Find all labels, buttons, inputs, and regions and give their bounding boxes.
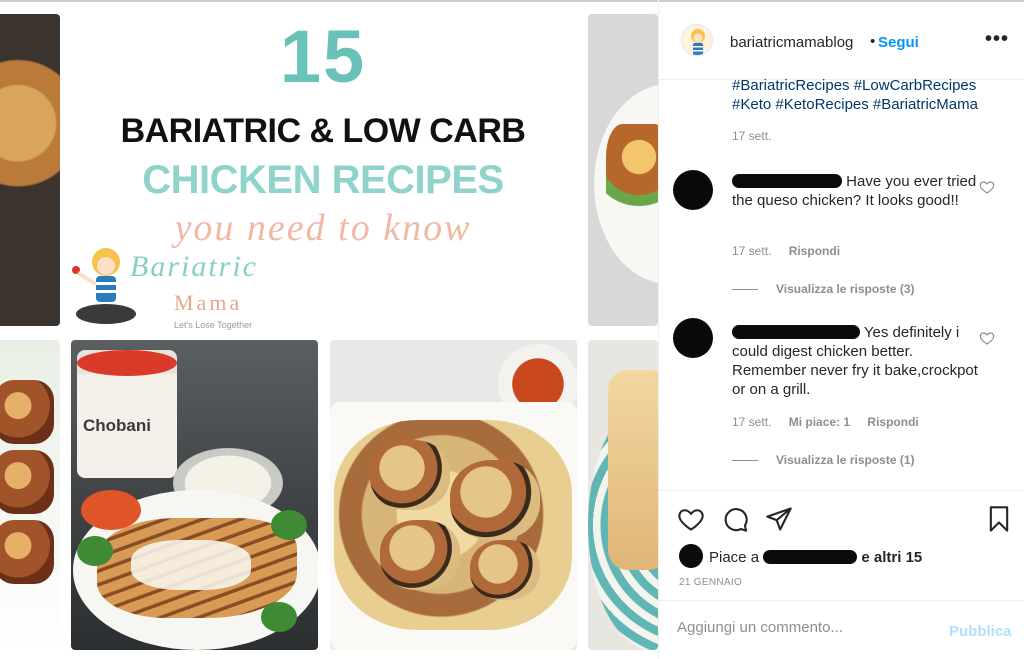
logo-word-mama: Mama (174, 290, 243, 315)
chicken-piece (370, 440, 450, 510)
caption-hashtags: #BariatricRecipes #LowCarbRecipes #Keto … (732, 76, 1012, 114)
commenter-avatar[interactable] (673, 318, 713, 358)
avatar[interactable] (681, 24, 713, 56)
comment-date[interactable]: 17 sett. (732, 244, 771, 258)
small-heart-icon[interactable] (979, 179, 995, 195)
small-heart-icon[interactable] (979, 330, 995, 346)
chicken-piece (608, 370, 658, 570)
comment-body: Have you ever tried the queso chicken? I… (732, 172, 982, 210)
redacted-username[interactable] (732, 174, 842, 188)
avatar-figure-icon (691, 29, 705, 55)
kebab-piece (0, 380, 54, 444)
logo-word-bariatric: Bariatric (130, 250, 258, 283)
likes-suffix[interactable]: e altri 15 (861, 549, 922, 566)
header-separator: • (870, 33, 876, 50)
redacted-liker-name[interactable] (763, 550, 858, 564)
sauce-drizzle (131, 540, 251, 590)
yogurt-tub: Chobani (77, 350, 177, 478)
yogurt-brand-label: Chobani (83, 416, 151, 435)
commenter-avatar[interactable] (673, 170, 713, 210)
bookmark-icon[interactable] (985, 505, 1013, 533)
kebab-piece (0, 520, 54, 584)
banner-number: 15 (279, 15, 367, 98)
recipe-thumbnail-chicken-on-patterned-plate (588, 340, 658, 650)
cheese-shape (334, 420, 572, 630)
chicken-piece (470, 540, 540, 600)
comment-date[interactable]: 17 sett. (732, 415, 771, 429)
greens-shape (77, 536, 113, 566)
greens-shape (261, 602, 297, 632)
food-shape (606, 124, 658, 234)
comment-composer: Pubblica (659, 600, 1024, 659)
replies-divider (732, 460, 758, 462)
reply-button[interactable]: Rispondi (789, 244, 840, 258)
reply-button[interactable]: Rispondi (867, 415, 918, 429)
comment-meta: 17 sett. Rispondi (732, 244, 854, 258)
follow-button[interactable]: Segui (878, 34, 919, 51)
username-link[interactable]: bariatricmamablog (730, 34, 853, 51)
kebab-piece (0, 450, 54, 514)
banner-line-1: BARIATRIC & LOW CARB (120, 112, 526, 150)
likes-summary[interactable]: Piace a e altri 15 (679, 544, 922, 568)
caption-date[interactable]: 17 sett. (732, 129, 771, 143)
recipe-thumbnail-plated-chicken (588, 14, 658, 326)
yogurt-lid (77, 350, 177, 376)
liker-avatar (679, 544, 703, 568)
ellipsis-icon: ••• (985, 28, 1010, 50)
recipe-thumbnail-queso-chicken (330, 340, 577, 650)
recipe-thumbnail-yogurt-chicken: Chobani (71, 340, 318, 650)
likes-prefix: Piace a (709, 549, 760, 566)
view-replies-label: Visualizza le risposte (1) (776, 453, 915, 467)
post-media[interactable]: 15 BARIATRIC & LOW CARB CHICKEN RECIPES … (0, 0, 658, 659)
recipe-thumbnail-kebab (0, 340, 60, 650)
replies-divider (732, 289, 758, 291)
chicken-piece (450, 460, 540, 540)
hashtag-line[interactable]: #BariatricRecipes #LowCarbRecipes (732, 76, 1012, 95)
comment-body: Yes definitely i could digest chicken be… (732, 323, 982, 399)
chicken-piece (380, 520, 460, 590)
recipe-thumbnail-pan-chicken (0, 14, 60, 326)
hashtag-line[interactable]: #Keto #KetoRecipes #BariatricMama (732, 95, 1012, 114)
comment-meta: 17 sett. Mi piace: 1 Rispondi (732, 415, 933, 429)
logo-tagline: Let's Lose Together (174, 320, 253, 330)
post-header: bariatricmamablog • Segui ••• (659, 0, 1024, 80)
view-replies-button[interactable]: Visualizza le risposte (3) (732, 282, 915, 296)
post-actions: Piace a e altri 15 21 GENNAIO (659, 490, 1024, 600)
recipe-banner: 15 BARIATRIC & LOW CARB CHICKEN RECIPES … (62, 14, 584, 334)
paper-plane-icon[interactable] (765, 505, 793, 533)
view-replies-label: Visualizza le risposte (3) (776, 282, 915, 296)
comment-bubble-icon[interactable] (721, 505, 749, 533)
more-options-button[interactable]: ••• (985, 28, 1009, 51)
post-side-panel: bariatricmamablog • Segui ••• #Bariatric… (658, 0, 1024, 659)
banner-line-2: CHICKEN RECIPES (142, 158, 504, 202)
publish-button[interactable]: Pubblica (949, 623, 1012, 640)
comment-likes-count[interactable]: Mi piace: 1 (789, 415, 850, 429)
redacted-username[interactable] (732, 325, 860, 339)
heart-icon[interactable] (677, 505, 705, 533)
view-replies-button[interactable]: Visualizza le risposte (1) (732, 453, 915, 467)
comment-input[interactable] (677, 619, 937, 636)
post-timestamp[interactable]: 21 GENNAIO (679, 577, 742, 588)
greens-shape (271, 510, 307, 540)
